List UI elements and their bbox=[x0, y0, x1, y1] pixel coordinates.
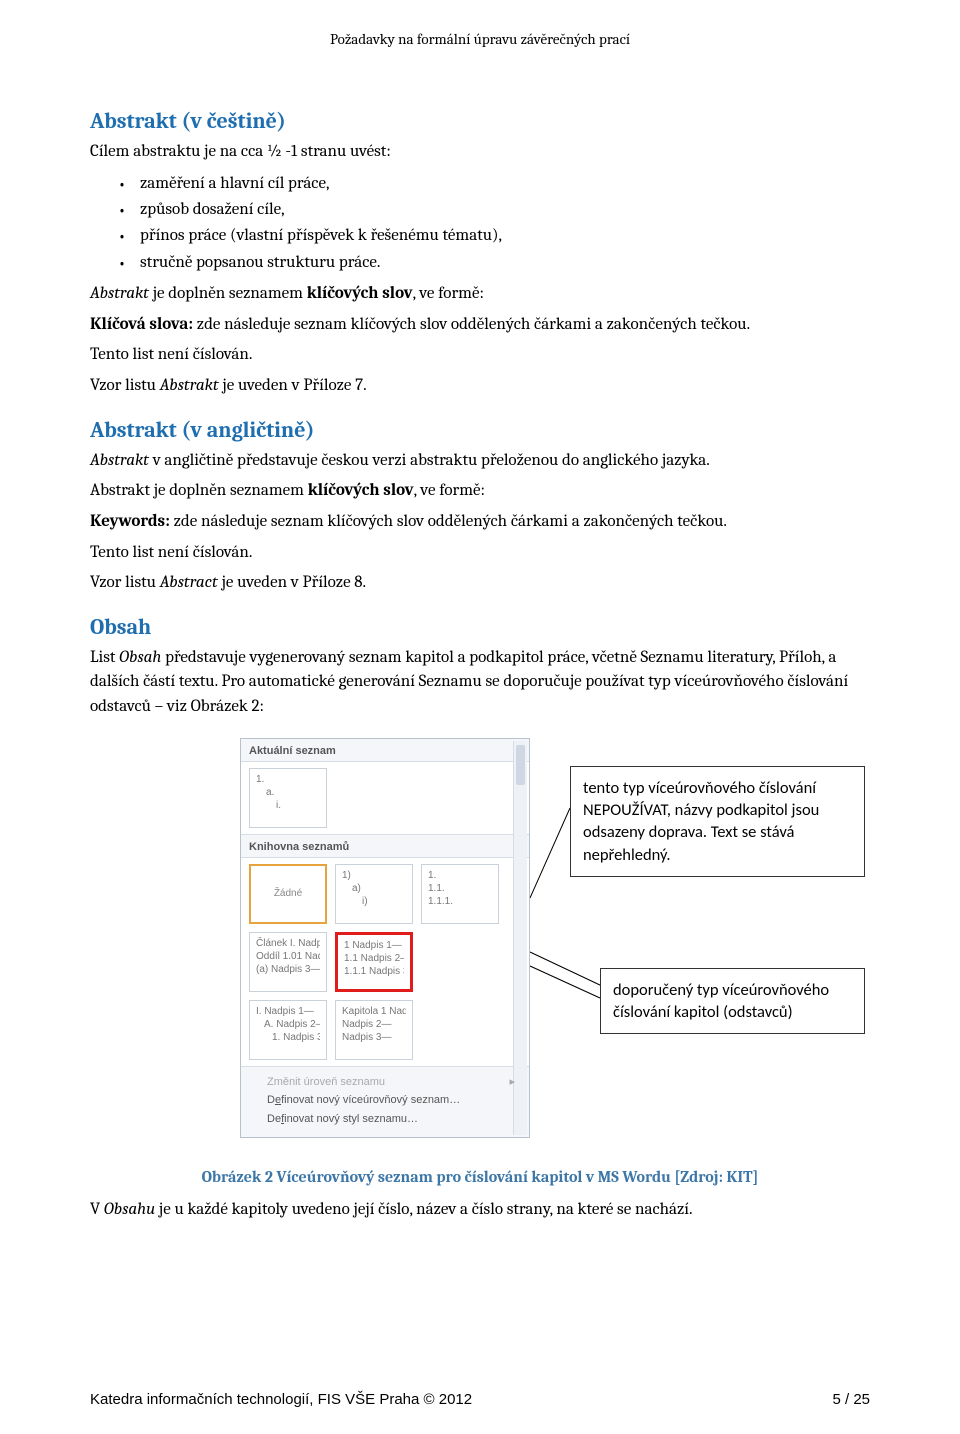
heading-obsah: Obsah bbox=[90, 614, 870, 640]
list-style-tile-none[interactable]: Žádné bbox=[249, 864, 327, 924]
text: List bbox=[90, 648, 119, 667]
list-style-tile-kapitola[interactable]: Kapitola 1 Nad Nadpis 2— Nadpis 3— bbox=[335, 1000, 413, 1060]
text: , ve formě: bbox=[414, 481, 485, 500]
list-item: stručně popsanou strukturu práce. bbox=[140, 250, 870, 276]
text: Abstrakt bbox=[90, 284, 149, 303]
text: Nadpis 2— bbox=[342, 1018, 406, 1031]
text: 1. bbox=[256, 773, 320, 786]
text: 1. bbox=[428, 869, 492, 882]
panel-section-library: Knihovna seznamů bbox=[241, 835, 529, 857]
list-style-tile-roman[interactable]: I. Nadpis 1— A. Nadpis 2— 1. Nadpis 3— bbox=[249, 1000, 327, 1060]
text: Kapitola 1 Nad bbox=[342, 1005, 406, 1018]
footer-left: Katedra informačních technologií, FIS VŠ… bbox=[90, 1391, 472, 1408]
bullet-list: zaměření a hlavní cíl práce, způsob dosa… bbox=[90, 171, 870, 276]
paragraph: List Obsah představuje vygenerovaný sezn… bbox=[90, 646, 870, 720]
text: A. Nadpis 2— bbox=[256, 1018, 320, 1031]
text: v angličtině představuje českou verzi ab… bbox=[149, 451, 710, 470]
paragraph: Tento list není číslován. bbox=[90, 343, 870, 368]
text: zde následuje seznam klíčových slov oddě… bbox=[193, 315, 750, 334]
word-list-library-panel: Aktuální seznam 1. a. i. Knihovna seznam… bbox=[240, 738, 530, 1138]
paragraph: Abstrakt v angličtině představuje českou… bbox=[90, 449, 870, 474]
text: 1) bbox=[342, 869, 406, 882]
text: a. bbox=[256, 786, 320, 799]
list-item: zaměření a hlavní cíl práce, bbox=[140, 171, 870, 197]
text: Nadpis 3— bbox=[342, 1031, 406, 1044]
text: Vzor listu bbox=[90, 573, 160, 592]
running-header: Požadavky na formální úpravu závěrečných… bbox=[90, 30, 870, 48]
text: D bbox=[267, 1094, 275, 1106]
text: Abstrakt bbox=[160, 376, 219, 395]
footer-page-number: 5 / 25 bbox=[832, 1391, 870, 1408]
list-style-tile-nadpis-highlighted[interactable]: 1 Nadpis 1— 1.1 Nadpis 2— 1.1.1 Nadpis 3… bbox=[335, 932, 413, 992]
paragraph: Abstrakt je doplněn seznamem klíčových s… bbox=[90, 479, 870, 504]
paragraph: Tento list není číslován. bbox=[90, 541, 870, 566]
text: je u každé kapitoly uvedeno její číslo, … bbox=[155, 1200, 692, 1219]
text: , ve formě: bbox=[413, 284, 484, 303]
text: Abstract bbox=[160, 573, 218, 592]
text: inovat nový styl seznamu… bbox=[284, 1113, 418, 1125]
text: klíčových slov bbox=[308, 481, 414, 500]
menu-item-change-level[interactable]: Změnit úroveň seznamu ▸ bbox=[267, 1073, 521, 1092]
paragraph: Vzor listu Abstract je uveden v Příloze … bbox=[90, 571, 870, 596]
text: Žádné bbox=[274, 887, 302, 900]
text: finovat nový víceúrovňový seznam… bbox=[281, 1094, 460, 1106]
heading-abstrakt-en: Abstrakt (v angličtině) bbox=[90, 417, 870, 443]
heading-abstrakt-cz: Abstrakt (v češtině) bbox=[90, 108, 870, 134]
callout-doporuceny: doporučený typ víceúrovňového číslování … bbox=[600, 968, 865, 1035]
text: Keywords: bbox=[90, 512, 170, 531]
text: De bbox=[267, 1113, 281, 1125]
paragraph: Abstrakt je doplněn seznamem klíčových s… bbox=[90, 282, 870, 307]
text: i) bbox=[342, 895, 406, 908]
panel-section-current: Aktuální seznam bbox=[241, 739, 529, 761]
figure-caption: Obrázek 2 Víceúrovňový seznam pro číslov… bbox=[90, 1168, 870, 1186]
text: je uveden v Příloze 8. bbox=[218, 573, 366, 592]
text: Klíčová slova: bbox=[90, 315, 193, 334]
text: I. Nadpis 1— bbox=[256, 1005, 320, 1018]
list-style-tile-clanek[interactable]: Článek I. Nadp Oddíl 1.01 Nad (a) Nadpis… bbox=[249, 932, 327, 992]
list-style-tile-current[interactable]: 1. a. i. bbox=[249, 768, 327, 828]
paragraph: Klíčová slova: zde následuje seznam klíč… bbox=[90, 313, 870, 338]
list-style-tile-111[interactable]: 1. 1.1. 1.1.1. bbox=[421, 864, 499, 924]
text: Oddíl 1.01 Nad bbox=[256, 950, 320, 963]
text: 1.1. bbox=[428, 882, 492, 895]
list-item: přínos práce (vlastní příspěvek k řešené… bbox=[140, 223, 870, 249]
menu-item-define-new-list[interactable]: Definovat nový víceúrovňový seznam… bbox=[267, 1091, 521, 1110]
text: 1. Nadpis 3— bbox=[256, 1031, 320, 1044]
chevron-right-icon: ▸ bbox=[509, 1073, 515, 1092]
text: představuje vygenerovaný seznam kapitol … bbox=[90, 648, 848, 716]
list-style-tile-1ai[interactable]: 1) a) i) bbox=[335, 864, 413, 924]
text: zde následuje seznam klíčových slov oddě… bbox=[170, 512, 727, 531]
text: Obsahu bbox=[104, 1200, 155, 1219]
callout-nepouzivat: tento typ víceúrovňového číslování NEPOU… bbox=[570, 766, 865, 877]
text: Článek I. Nadp bbox=[256, 937, 320, 950]
paragraph: Keywords: zde následuje seznam klíčových… bbox=[90, 510, 870, 535]
text: Vzor listu bbox=[90, 376, 160, 395]
text: 1 Nadpis 1— bbox=[344, 939, 404, 952]
text: Abstrakt bbox=[90, 451, 149, 470]
text: a) bbox=[342, 882, 406, 895]
text: je doplněn seznamem bbox=[149, 284, 307, 303]
text: 1.1.1. bbox=[428, 895, 492, 908]
text: je uveden v Příloze 7. bbox=[219, 376, 367, 395]
paragraph: Vzor listu Abstrakt je uveden v Příloze … bbox=[90, 374, 870, 399]
paragraph: V Obsahu je u každé kapitoly uvedeno jej… bbox=[90, 1198, 870, 1223]
figure-wrapper: Aktuální seznam 1. a. i. Knihovna seznam… bbox=[90, 738, 870, 1158]
text: Změnit úroveň seznamu bbox=[267, 1076, 385, 1088]
text: i. bbox=[256, 799, 320, 812]
text: 1.1.1 Nadpis 3— bbox=[344, 965, 404, 978]
paragraph: Cílem abstraktu je na cca ½ -1 stranu uv… bbox=[90, 140, 870, 165]
text: 1.1 Nadpis 2— bbox=[344, 952, 404, 965]
menu-item-define-new-style[interactable]: Definovat nový styl seznamu… bbox=[267, 1110, 521, 1129]
text: Abstrakt je doplněn seznamem bbox=[90, 481, 308, 500]
text: klíčových slov bbox=[307, 284, 413, 303]
text: (a) Nadpis 3— bbox=[256, 963, 320, 976]
page-footer: Katedra informačních technologií, FIS VŠ… bbox=[90, 1391, 870, 1408]
list-item: způsob dosažení cíle, bbox=[140, 197, 870, 223]
text: V bbox=[90, 1200, 104, 1219]
text: Obsah bbox=[119, 648, 161, 667]
